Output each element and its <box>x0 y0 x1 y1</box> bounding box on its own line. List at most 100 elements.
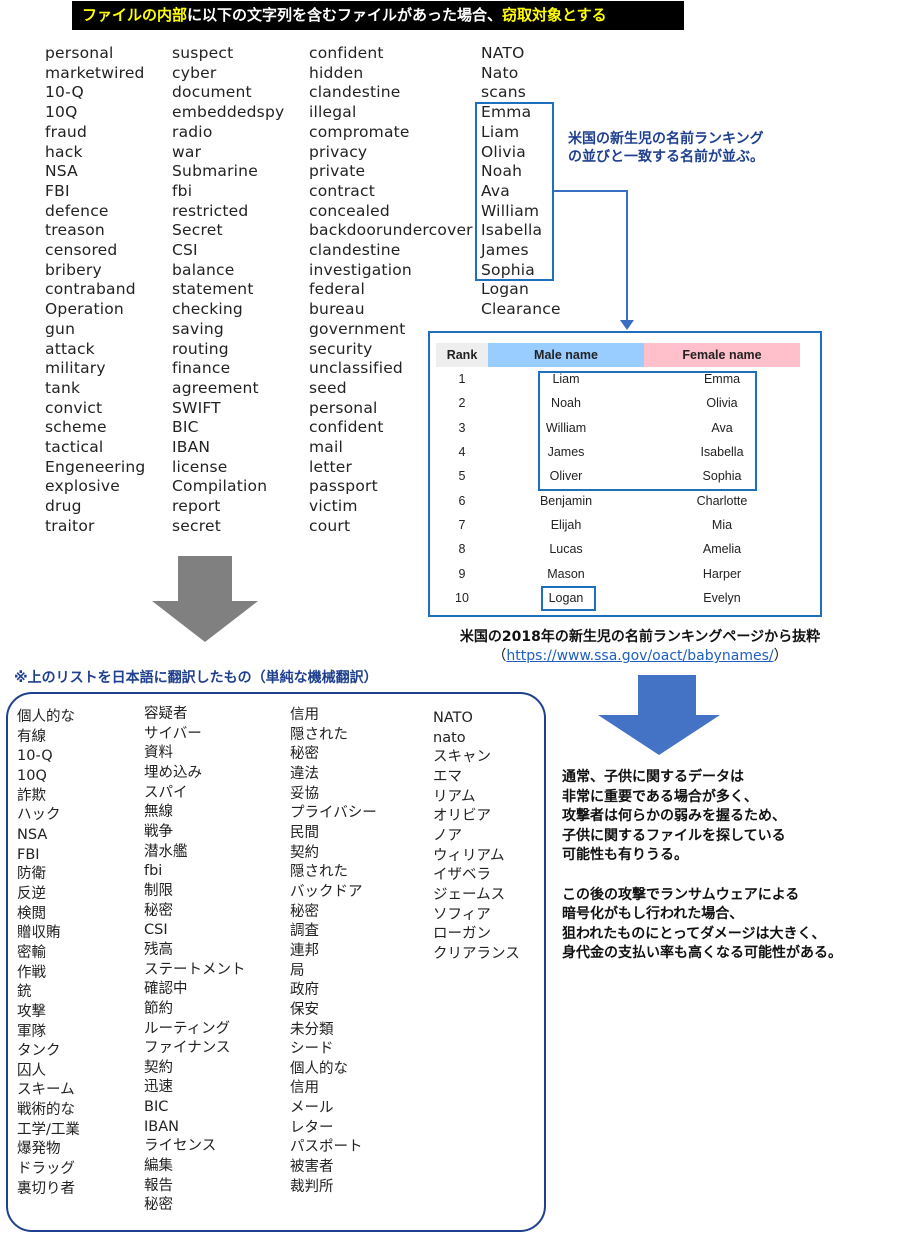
top5-highlight-box <box>538 371 757 491</box>
list-item: 裏切り者 <box>17 1180 75 1197</box>
list-item: 作戦 <box>17 964 46 981</box>
list-item: cyber <box>172 63 217 82</box>
list-item: FBI <box>45 181 70 200</box>
list-item: ファイナンス <box>144 1040 231 1057</box>
gray-arrow-shape <box>152 556 258 642</box>
list-item: finance <box>172 359 231 378</box>
list-item: treason <box>45 221 105 240</box>
list-item: 秘密 <box>144 1197 173 1214</box>
female-name-cell: Amelia <box>702 542 742 557</box>
names-callout: 米国の新生児の名前ランキング の並びと一致する名前が並ぶ。 <box>568 130 764 166</box>
list-item: 個人的な <box>17 709 75 725</box>
list-item: スキーム <box>17 1082 75 1099</box>
banner-highlight-file-inside: ファイルの内部 <box>82 6 188 24</box>
list-item: 迅速 <box>144 1079 173 1096</box>
list-item: 潜水艦 <box>144 843 188 860</box>
table-row: 9 Mason Harper <box>436 561 800 585</box>
list-item: IBAN <box>144 1118 179 1135</box>
list-item: 通常、子供に関するデータは <box>562 769 744 785</box>
close-paren: ） <box>773 648 788 664</box>
source-link[interactable]: https://www.ssa.gov/oact/babynames/ <box>506 648 773 664</box>
male-name-cell: Mason <box>547 566 585 581</box>
rank-cell: 2 <box>458 396 466 411</box>
list-item: Secret <box>172 221 223 240</box>
blue-arrow-shape <box>598 675 720 755</box>
list-item: 戦術的な <box>17 1102 75 1119</box>
list-item: illegal <box>309 103 357 122</box>
rank-cell: 5 <box>458 469 466 484</box>
list-item: Compilation <box>172 477 268 496</box>
ranking-table-header-row: Rank Male name Female name <box>436 343 800 367</box>
list-item: NSA <box>45 162 78 181</box>
list-item: スキャン <box>433 749 491 766</box>
table-row: 6 Benjamin Charlotte <box>436 488 800 512</box>
list-item: 信用 <box>290 707 319 723</box>
table-row: 8 Lucas Amelia <box>436 537 800 561</box>
translation-column-4: NATO nato スキャン エマ リアム オリビア ノア ウィリアム イザベラ ジェームス ソフィ… <box>433 709 520 965</box>
banner-text: に以下の文字列を含むファイルがあった場合、 <box>187 6 503 24</box>
list-item: 確認中 <box>144 981 188 998</box>
list-item: convict <box>45 398 103 417</box>
list-item: 契約 <box>290 844 319 861</box>
list-item: サイバー <box>144 725 202 742</box>
callout-line-1: 米国の新生児の名前ランキング <box>568 131 764 147</box>
list-item: この後の攻撃でランサムウェアによる <box>562 886 800 903</box>
list-item: Submarine <box>172 162 258 181</box>
rank-cell: 7 <box>458 517 466 532</box>
list-item: 検閲 <box>17 905 46 922</box>
list-item: fraud <box>45 122 87 141</box>
list-item: saving <box>172 319 224 338</box>
translation-column-2: 容疑者 サイバー 資料 埋め込み スパイ 無線 戦争 潜水艦 fbi 制限 秘密 CSI 残高 ステートメ… <box>144 705 246 1216</box>
list-item: fbi <box>172 181 193 200</box>
list-item: federal <box>309 280 365 299</box>
list-item: secret <box>172 516 221 535</box>
list-item: オリビア <box>433 808 491 825</box>
list-item: プライバシー <box>290 805 377 822</box>
list-item: Operation <box>45 300 124 319</box>
header-banner: ファイルの内部に以下の文字列を含むファイルがあった場合、窃取対象とする <box>72 1 684 30</box>
rank-cell: 4 <box>458 445 466 460</box>
rank-cell: 6 <box>458 493 466 508</box>
list-item: 民間 <box>290 824 319 841</box>
list-item: censored <box>45 241 118 260</box>
rank-cell: 8 <box>458 542 466 557</box>
list-item: report <box>172 497 221 516</box>
list-item: 政府 <box>290 982 319 999</box>
translation-title: ※上のリストを日本語に翻訳したもの（単純な機械翻訳） <box>14 670 378 686</box>
blue-down-arrow-icon <box>598 675 720 755</box>
female-name-cell: Charlotte <box>696 493 748 508</box>
rank-cell: 9 <box>458 566 466 581</box>
list-item: 調査 <box>290 923 319 940</box>
list-item: 秘密 <box>290 903 319 920</box>
list-item: 埋め込み <box>144 764 202 781</box>
female-name-cell: Harper <box>702 566 742 581</box>
list-item: タンク <box>17 1043 61 1060</box>
list-item: 攻撃者は何らかの弱みを握るため、 <box>562 808 786 825</box>
list-item: scheme <box>45 418 107 437</box>
list-item: 詐欺 <box>17 787 46 804</box>
list-item: 資料 <box>144 745 173 762</box>
list-item: tactical <box>45 438 104 457</box>
list-item: personal <box>45 44 114 62</box>
list-item: 10Q <box>45 103 78 122</box>
list-item: gun <box>45 319 76 338</box>
list-item: 子供に関するファイルを探している <box>562 827 786 844</box>
list-item: 制限 <box>144 882 173 899</box>
list-item: license <box>172 457 228 476</box>
list-item: 保安 <box>290 1001 319 1018</box>
list-item: Logan <box>481 280 530 299</box>
list-item: clandestine <box>309 241 401 260</box>
connector-line-horizontal <box>554 190 627 192</box>
list-item: 編集 <box>144 1158 173 1175</box>
list-item: drug <box>45 497 82 516</box>
list-item: hack <box>45 142 83 161</box>
header-female-name: Female name <box>644 343 800 367</box>
list-item: marketwired <box>45 63 145 82</box>
list-item: military <box>45 359 106 378</box>
list-item: 非常に重要である場合が多く、 <box>562 788 758 805</box>
list-item: 10Q <box>17 767 47 784</box>
list-item: 裁判所 <box>290 1178 334 1195</box>
list-item: war <box>172 142 202 161</box>
source-caption: 米国の2018年の新生児の名前ランキングページから抜粋 <box>459 629 821 645</box>
list-item: 可能性も有りうる。 <box>562 847 688 864</box>
